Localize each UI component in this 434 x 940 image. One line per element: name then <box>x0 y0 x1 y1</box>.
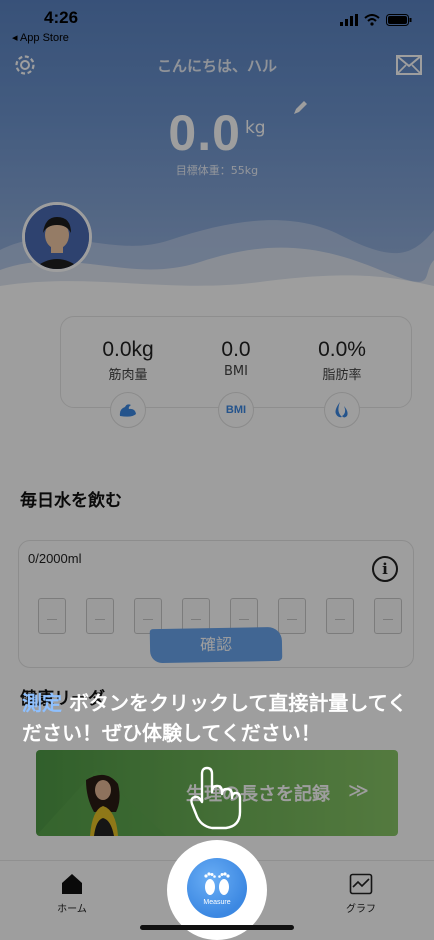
measure-button[interactable]: Measure <box>187 858 247 918</box>
coach-instruction: ボタンをクリックして直接計量してください！ぜひ体験してください！ <box>22 691 408 745</box>
pointing-hand-icon <box>190 766 242 830</box>
measure-label: Measure <box>203 899 231 906</box>
coach-mark-message: 測定 ボタンをクリックして直接計量してください！ぜひ体験してください！ <box>22 688 422 748</box>
coach-highlight-word: 測定 <box>22 691 62 715</box>
footprints-icon <box>204 872 230 895</box>
home-indicator <box>140 925 294 930</box>
